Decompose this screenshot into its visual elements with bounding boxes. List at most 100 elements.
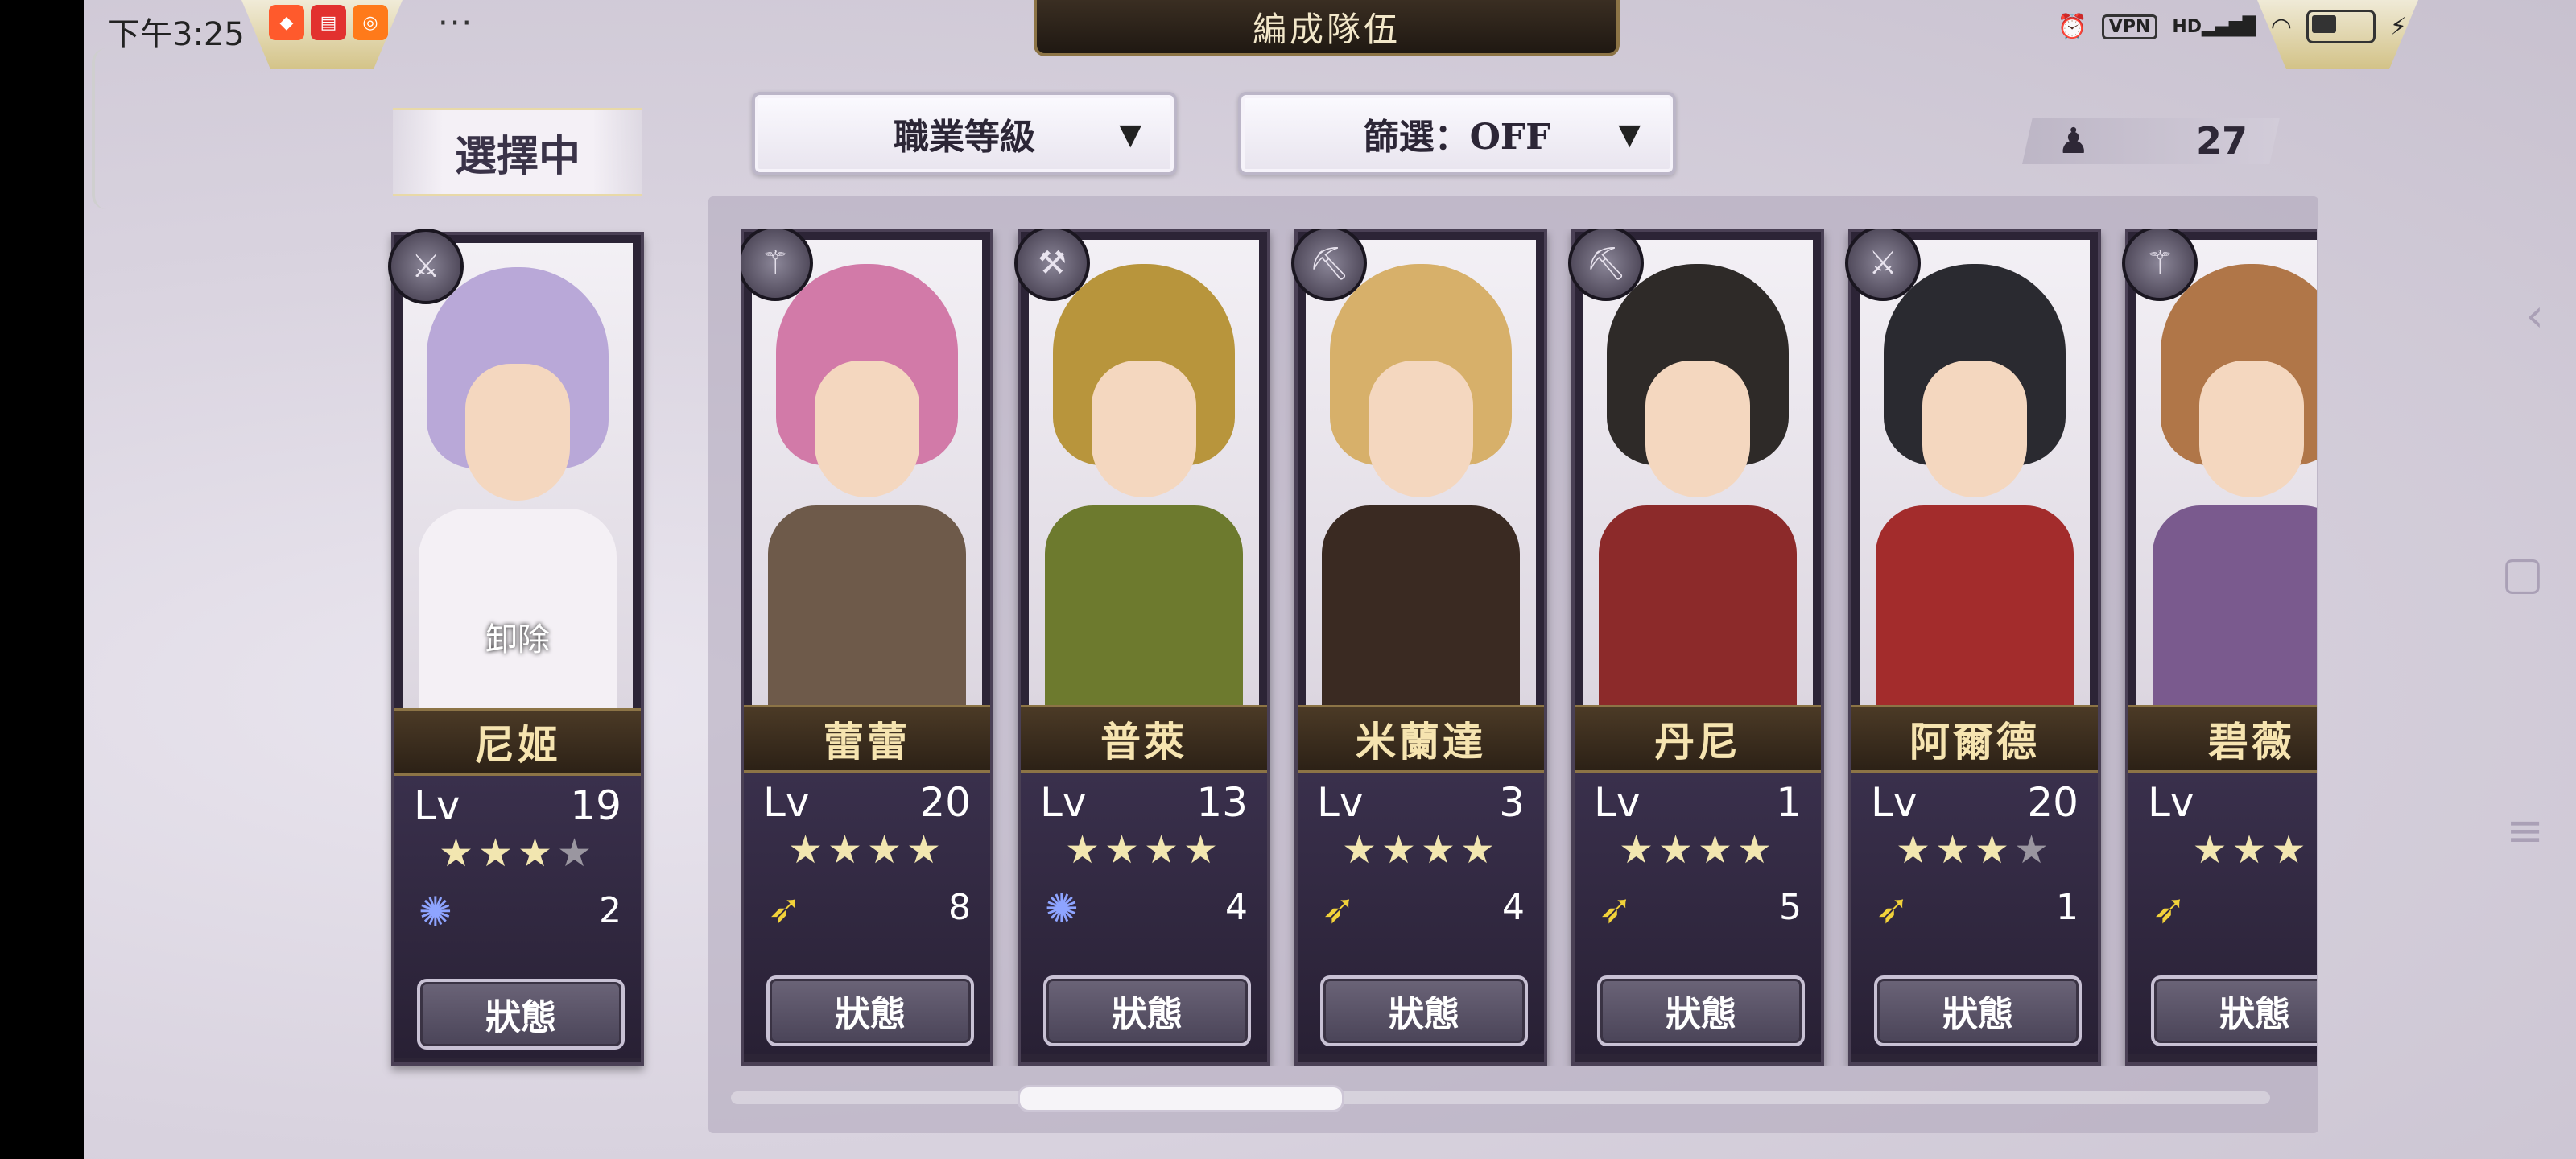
unit-card[interactable]: ⛏ 米蘭達 Lv 3 ★★★★ ➶ 4 狀態: [1291, 229, 1547, 1066]
unit-level: 1: [1776, 779, 1802, 826]
chevron-down-icon: ▼: [1119, 118, 1141, 151]
unit-cost: 1: [2056, 887, 2079, 928]
portrait-outfit: [1599, 505, 1797, 707]
status-button[interactable]: 狀態: [2151, 975, 2317, 1046]
charging-icon: ⚡: [2389, 12, 2407, 41]
level-label: Lv: [1594, 779, 1641, 826]
level-label: Lv: [763, 779, 810, 826]
unit-level: 19: [570, 782, 621, 829]
level-label: Lv: [2148, 779, 2194, 826]
status-button[interactable]: 狀態: [1597, 975, 1805, 1046]
signal-icon: HD▂▄▆█: [2172, 16, 2256, 37]
unit-portrait[interactable]: 卸除: [402, 243, 633, 710]
home-nav-icon[interactable]: ▢: [2501, 547, 2544, 600]
sword-icon: ⚔: [1845, 229, 1921, 301]
wind-element-icon: ➶: [1876, 885, 1909, 932]
alarm-icon: ⏰: [2057, 12, 2087, 41]
unit-portrait[interactable]: [2136, 240, 2317, 707]
browser-notification-icon: ◎: [353, 5, 388, 40]
portrait-outfit: [1876, 505, 2074, 707]
wind-element-icon: ➶: [2153, 885, 2186, 932]
status-button[interactable]: 狀態: [1043, 975, 1251, 1046]
sort-dropdown[interactable]: 職業等級 ▼: [752, 92, 1177, 175]
unit-level: 3: [1499, 779, 1525, 826]
rarity-stars: ★★★★: [1895, 827, 2054, 872]
vpn-icon: VPN: [2101, 14, 2158, 39]
more-notifications-icon: ···: [438, 5, 474, 42]
unit-card[interactable]: ⚚ 碧薇 Lv ★★★ ➶ 狀態: [2122, 229, 2317, 1066]
portrait-outfit: [419, 509, 617, 710]
unit-card[interactable]: ⚔ 阿爾德 Lv 20 ★★★★ ➶ 1 狀態: [1845, 229, 2101, 1066]
rarity-stars: ★★★: [2192, 827, 2311, 872]
menu-nav-icon[interactable]: ≡: [2506, 805, 2544, 857]
sword-icon: ⚔: [388, 229, 464, 304]
unequip-label[interactable]: 卸除: [402, 613, 633, 660]
unit-card[interactable]: ⛏ 丹尼 Lv 1 ★★★★ ➶ 5 狀態: [1568, 229, 1824, 1066]
unit-name: 普萊: [1021, 705, 1267, 773]
unit-name: 阿爾德: [1852, 705, 2098, 773]
swirl-element-icon: ✺: [419, 889, 452, 935]
unit-list-panel[interactable]: ⚚ 蕾蕾 Lv 20 ★★★★ ➶ 8 狀態 ⚒ 普萊 Lv 13 ★★★★ ✺…: [708, 196, 2318, 1133]
portrait-outfit: [2153, 505, 2317, 707]
wifi-icon: ◠: [2270, 12, 2292, 41]
unit-name: 尼姬: [394, 708, 641, 776]
unit-name: 碧薇: [2128, 705, 2317, 773]
edge-handle: [92, 48, 106, 209]
unit-card[interactable]: ⚚ 蕾蕾 Lv 20 ★★★★ ➶ 8 狀態: [741, 229, 993, 1066]
unit-portrait[interactable]: [1860, 240, 2090, 707]
filter-dropdown[interactable]: 篩選：OFF ▼: [1238, 92, 1676, 175]
unit-portrait[interactable]: [1029, 240, 1259, 707]
unit-portrait[interactable]: [1583, 240, 1813, 707]
unit-cost: 5: [1779, 887, 1802, 928]
unit-cost: 2: [599, 890, 621, 931]
rarity-stars: ★★★★: [1341, 827, 1501, 872]
swirl-element-icon: ✺: [1045, 885, 1079, 932]
rarity-stars: ★★★★: [438, 831, 597, 876]
game-screen: 下午3:25 ◆ ▤ ◎ ··· ⏰ VPN HD▂▄▆█ ◠ ⚡ 編成隊伍 選…: [84, 0, 2576, 1159]
status-button[interactable]: 狀態: [766, 975, 974, 1046]
unit-count-value: 27: [2195, 119, 2248, 163]
status-button[interactable]: 狀態: [1320, 975, 1528, 1046]
status-button[interactable]: 狀態: [417, 979, 625, 1050]
level-label: Lv: [1040, 779, 1087, 826]
scroll-track[interactable]: [731, 1091, 2270, 1104]
unit-level: 20: [919, 779, 971, 826]
unit-portrait[interactable]: [752, 240, 982, 707]
unit-cost: 4: [1225, 887, 1248, 928]
unit-name: 丹尼: [1575, 705, 1821, 773]
unit-cost: 4: [1502, 887, 1525, 928]
unit-name: 米蘭達: [1298, 705, 1544, 773]
status-button[interactable]: 狀態: [1874, 975, 2082, 1046]
filter-dropdown-value: 篩選：OFF: [1363, 117, 1551, 158]
wind-element-icon: ➶: [1599, 885, 1633, 932]
rarity-stars: ★★★★: [787, 827, 947, 872]
portrait-outfit: [1045, 505, 1243, 707]
unit-list[interactable]: ⚚ 蕾蕾 Lv 20 ★★★★ ➶ 8 狀態 ⚒ 普萊 Lv 13 ★★★★ ✺…: [741, 229, 2317, 1066]
app-notification-icon: ▤: [311, 5, 346, 40]
rarity-stars: ★★★★: [1064, 827, 1224, 872]
level-label: Lv: [414, 782, 460, 829]
unit-portrait[interactable]: [1306, 240, 1536, 707]
staff-icon: ⚚: [2122, 229, 2198, 301]
battery-icon: [2306, 10, 2376, 43]
selected-label: 選擇中: [393, 108, 642, 196]
level-label: Lv: [1871, 779, 1918, 826]
unit-cost: 8: [948, 887, 971, 928]
status-time: 下午3:25: [108, 16, 245, 53]
back-nav-icon[interactable]: ‹: [2526, 290, 2544, 342]
hammer-icon: ⚒: [1014, 229, 1090, 301]
unit-card[interactable]: ⚒ 普萊 Lv 13 ★★★★ ✺ 4 狀態: [1014, 229, 1270, 1066]
selected-unit-card[interactable]: 卸除 ⚔ 尼姬 Lv 19 ★★★★ ✺ 2 狀態: [388, 229, 644, 1066]
app-notification-icon: ◆: [269, 5, 304, 40]
unit-name: 蕾蕾: [744, 705, 990, 773]
rarity-stars: ★★★★: [1618, 827, 1777, 872]
level-label: Lv: [1317, 779, 1364, 826]
notification-icons: ◆ ▤ ◎: [269, 5, 388, 40]
wind-element-icon: ➶: [1322, 885, 1356, 932]
chevron-down-icon: ▼: [1618, 118, 1641, 151]
scroll-thumb[interactable]: [1018, 1085, 1344, 1112]
portrait-outfit: [1322, 505, 1520, 707]
page-title: 編成隊伍: [1034, 0, 1620, 56]
unit-count: ♟ 27: [2022, 118, 2280, 164]
sort-dropdown-value: 職業等級: [894, 117, 1035, 158]
